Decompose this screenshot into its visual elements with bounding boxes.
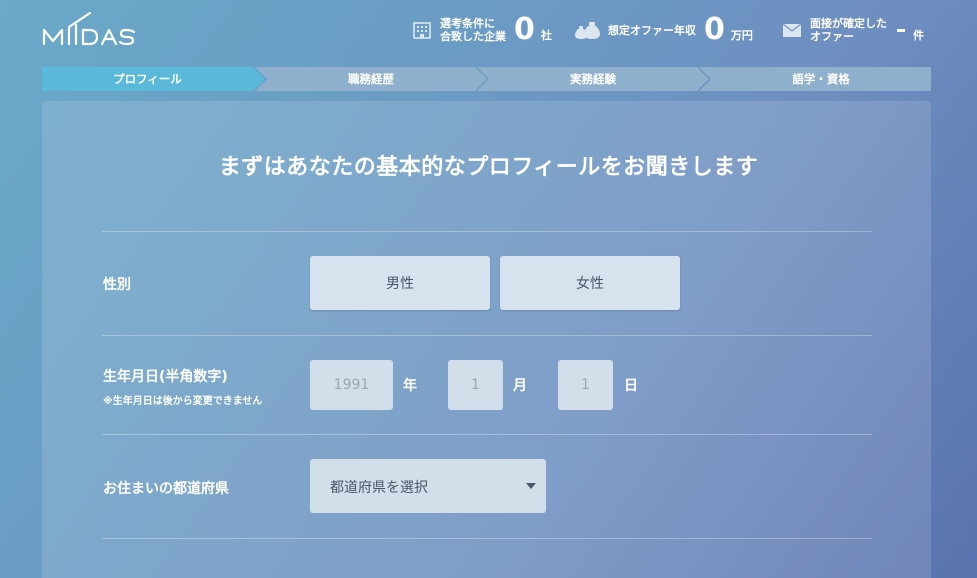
stat-label: 面接が確定した: [810, 17, 887, 30]
progress-steps: プロフィール 職務経歴 実務経験 語学・資格: [42, 67, 931, 91]
step-work-experience: 実務経験: [570, 72, 616, 86]
stat-unit: 社: [540, 29, 552, 42]
prefecture-select-value: 都道府県を選択: [330, 480, 428, 496]
gender-label: 性別: [103, 277, 131, 293]
money-bag-icon: [574, 18, 602, 42]
stat-label: オファー: [810, 30, 854, 43]
stat-label: 想定オファー年収: [608, 23, 696, 37]
stat-value: 0: [704, 12, 725, 47]
birth-day-input[interactable]: 1: [558, 360, 613, 410]
day-unit-label: 日: [624, 378, 638, 394]
miidas-logo[interactable]: [42, 11, 162, 51]
month-unit-label: 月: [513, 378, 527, 394]
matched-companies-stat: 選考条件に 合致した企業 0 社: [410, 14, 552, 46]
step-profile: プロフィール: [113, 72, 182, 86]
divider: [102, 335, 872, 336]
birthdate-note: ※生年月日は後から変更できません: [103, 396, 263, 407]
prefecture-label: お住まいの都道府県: [103, 481, 229, 497]
gender-female-button[interactable]: 女性: [500, 256, 680, 310]
birth-year-input[interactable]: 1991: [310, 360, 393, 410]
header: 選考条件に 合致した企業 0 社 想定オファー年収 0 万円 面接が確定した オファ…: [0, 0, 977, 64]
building-icon: [410, 18, 434, 42]
stat-unit: 件: [913, 29, 924, 42]
stat-value-dash: [897, 28, 905, 32]
stat-value: 0: [514, 12, 535, 47]
stat-label: 合致した企業: [440, 30, 506, 43]
form-title: まずはあなたの基本的なプロフィールをお聞きします: [218, 155, 759, 180]
year-unit-label: 年: [403, 378, 417, 394]
gender-male-button[interactable]: 男性: [310, 256, 490, 310]
expected-salary-stat: 想定オファー年収 0 万円: [574, 14, 753, 46]
divider: [102, 538, 872, 539]
chevron-down-icon: [526, 483, 536, 489]
birthdate-label: 生年月日(半角数字): [103, 369, 228, 385]
confirmed-interview-stat: 面接が確定した オファー 件: [780, 14, 924, 46]
stat-unit: 万円: [730, 29, 753, 42]
envelope-icon: [780, 18, 804, 42]
step-work-history: 職務経歴: [348, 72, 394, 86]
divider: [102, 231, 872, 232]
step-language-qualification: 語学・資格: [792, 72, 850, 86]
prefecture-select[interactable]: 都道府県を選択: [310, 459, 546, 513]
divider: [102, 434, 872, 435]
birth-month-input[interactable]: 1: [448, 360, 503, 410]
stat-label: 選考条件に: [440, 17, 495, 30]
